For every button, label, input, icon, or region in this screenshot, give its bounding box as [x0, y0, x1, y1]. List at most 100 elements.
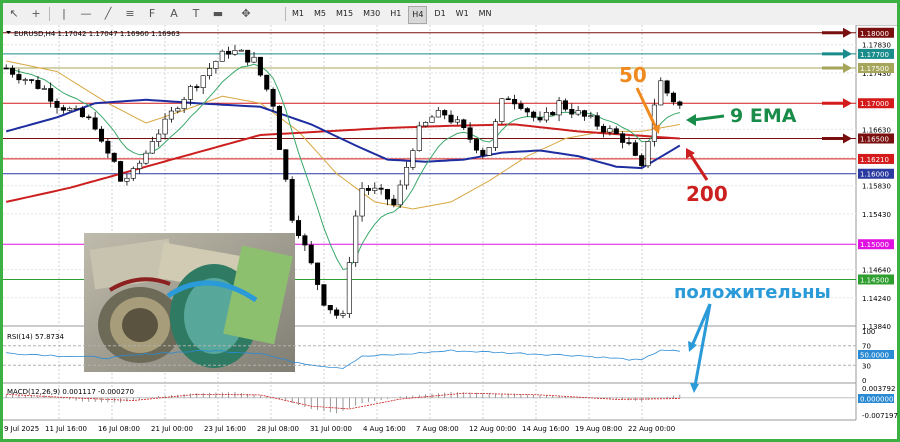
candle-body — [213, 60, 219, 69]
candle-body — [289, 179, 295, 221]
level-label-text: 1.18000 — [860, 30, 889, 38]
candle-body — [404, 167, 410, 186]
rsi-label: RSI(14) 57.8734 — [7, 333, 64, 341]
candle-body — [524, 108, 530, 113]
date-tick: 23 Jul 16:00 — [204, 425, 246, 433]
candle-body — [321, 284, 327, 306]
candle-body — [518, 103, 524, 109]
date-tick: 12 Aug 00:00 — [469, 425, 516, 433]
candle-body — [556, 100, 562, 116]
level-label-text: 1.17000 — [860, 100, 889, 108]
candle-body — [29, 79, 35, 81]
candle-body — [537, 117, 543, 121]
candle-body — [480, 149, 486, 156]
candle-body — [429, 116, 435, 123]
candle-body — [677, 101, 683, 106]
candle-body — [620, 133, 626, 143]
level-label-text: 1.16000 — [860, 171, 889, 179]
price-tick: 1.15430 — [862, 211, 891, 219]
candle-body — [473, 139, 479, 151]
candle-body — [461, 119, 467, 129]
date-tick: 22 Aug 00:00 — [628, 425, 675, 433]
candle-body — [423, 122, 429, 127]
candle-body — [327, 305, 333, 311]
macd-tick: -0.007197 — [862, 412, 898, 420]
candle-body — [645, 141, 651, 167]
candle-body — [98, 128, 105, 142]
candle-body — [416, 125, 422, 151]
candle-body — [543, 112, 549, 121]
candle-body — [143, 152, 149, 164]
price-tick: 1.17830 — [862, 42, 891, 50]
candle-body — [607, 128, 613, 133]
candle-body — [391, 198, 397, 206]
date-tick: 16 Jul 08:00 — [98, 425, 140, 433]
chart-area[interactable]: EURUSD,H4 1.17042 1.17047 1.16960 1.1696… — [0, 0, 900, 442]
level-label-text: 1.17500 — [860, 65, 889, 73]
candle-body — [346, 262, 352, 314]
level-label-text: 1.17700 — [860, 51, 889, 59]
candle-body — [505, 98, 511, 101]
candle-body — [626, 142, 632, 144]
svg-text:50.0000: 50.0000 — [860, 352, 889, 360]
candle-body — [92, 117, 98, 130]
macd-value-badge: 0.000000 — [858, 394, 894, 404]
rsi-value-badge: 50.0000 — [858, 350, 894, 360]
candle-body — [79, 108, 85, 118]
candle-body — [442, 110, 448, 116]
candle-body — [124, 177, 130, 182]
price-tick: 1.14240 — [862, 295, 891, 303]
svg-text:0.000000: 0.000000 — [860, 396, 893, 404]
candle-body — [397, 184, 403, 206]
candle-body — [492, 121, 499, 148]
date-tick: 21 Jul 00:00 — [151, 425, 193, 433]
candle-body — [315, 262, 321, 285]
candle-body — [454, 119, 460, 123]
candle-body — [334, 309, 340, 316]
candle-body — [378, 187, 384, 190]
level-label-text: 1.16500 — [860, 135, 889, 143]
candle-body — [41, 88, 47, 90]
level-label-text: 1.15000 — [860, 241, 889, 249]
candle-body — [118, 161, 124, 182]
candle-body — [302, 235, 308, 246]
annotation-9-ema: 9 EMA — [730, 105, 797, 127]
level-label-text: 1.14500 — [860, 276, 889, 284]
candle-body — [10, 67, 16, 75]
rsi-tick: 30 — [862, 362, 871, 370]
candle-body — [3, 67, 9, 70]
candle-body — [594, 115, 600, 127]
money-photo — [84, 233, 295, 372]
candle-body — [308, 244, 314, 264]
candle-body — [512, 99, 518, 105]
candle-body — [207, 68, 213, 77]
candle-body — [219, 50, 225, 62]
time-scale[interactable]: 9 Jul 2025 11 Jul 16:00 16 Jul 08:00 21 Jul… — [4, 425, 675, 433]
annotation-50: 50 — [619, 63, 647, 87]
candle-body — [276, 105, 282, 150]
candle-body — [35, 80, 41, 89]
candle-body — [16, 74, 22, 81]
candle-body — [54, 100, 60, 108]
candle-body — [670, 92, 676, 103]
candle-body — [435, 110, 441, 118]
candle-body — [156, 133, 162, 142]
candle-body — [448, 114, 454, 123]
date-tick: 9 Jul 2025 — [4, 425, 39, 433]
candle-body — [340, 313, 346, 316]
candle-body — [257, 56, 263, 76]
price-tick: 1.14640 — [862, 267, 891, 275]
candle-body — [238, 49, 244, 52]
candle-body — [486, 147, 492, 156]
candle-body — [467, 127, 473, 140]
date-tick: 7 Aug 08:00 — [416, 425, 459, 433]
candle-body — [86, 116, 92, 119]
macd-tick: 0.003792 — [862, 385, 895, 393]
candle-body — [295, 220, 302, 236]
date-tick: 4 Aug 16:00 — [363, 425, 406, 433]
candle-body — [664, 80, 670, 94]
candle-body — [588, 115, 594, 117]
candle-body — [562, 100, 568, 110]
price-tick: 1.16630 — [862, 126, 891, 134]
candle-body — [181, 99, 187, 109]
